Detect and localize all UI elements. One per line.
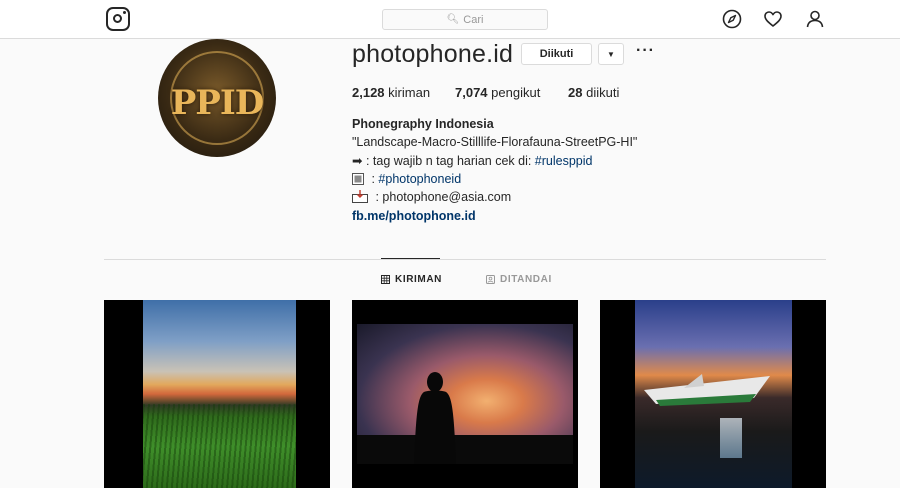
- search-placeholder: Cari: [463, 13, 484, 26]
- search-icon: 🔍︎: [446, 14, 460, 25]
- more-options-icon[interactable]: ···: [636, 42, 655, 60]
- grid-icon: [381, 275, 390, 284]
- logo-lens: [113, 14, 122, 23]
- profile-username: photophone.id: [352, 40, 514, 68]
- user-icon[interactable]: [805, 9, 825, 29]
- tagged-icon: [486, 275, 495, 284]
- bio-external-link[interactable]: fb.me/photophone.id: [352, 209, 476, 223]
- dropdown-triangle-icon: ▼: [607, 49, 615, 59]
- followers-count: 7,074: [455, 85, 488, 100]
- following-stat[interactable]: 28 diikuti: [568, 85, 619, 100]
- bio-line-email: : photophone@asia.com: [352, 190, 511, 204]
- bio-line-hashtag: : #photophoneid: [352, 172, 461, 186]
- tab-tagged-label: DITANDAI: [500, 274, 552, 285]
- bio-full-name: Phonegraphy Indonesia: [352, 117, 494, 131]
- inbox-tray-emoji-icon: [352, 190, 368, 203]
- post-thumbnail[interactable]: [352, 300, 578, 488]
- post-image-ground: [357, 435, 573, 464]
- active-tab-indicator: [381, 258, 440, 259]
- top-navigation-bar: 🔍︎ Cari: [0, 0, 900, 39]
- profile-avatar[interactable]: PPID: [158, 39, 276, 157]
- avatar-logo-lettering: PPID: [170, 83, 265, 123]
- post-image-waterfall: [720, 418, 742, 458]
- posts-label: kiriman: [388, 85, 431, 100]
- bio-line-categories: "Landscape-Macro-Stilllife-Florafauna-St…: [352, 135, 638, 149]
- following-button[interactable]: Diikuti: [521, 43, 592, 65]
- hashtag-photophoneid-link[interactable]: #photophoneid: [378, 172, 461, 186]
- followers-stat[interactable]: 7,074 pengikut: [455, 85, 540, 100]
- tab-tagged[interactable]: DITANDAI: [486, 274, 552, 285]
- post-thumbnail[interactable]: [104, 300, 330, 488]
- bio-rules-text: ➡ : tag wajib n tag harian cek di:: [352, 154, 535, 168]
- compass-icon[interactable]: [722, 9, 742, 29]
- hashtag-rulesppid-link[interactable]: #rulesppid: [535, 154, 593, 168]
- posts-count: 2,128: [352, 85, 385, 100]
- tab-posts-label: KIRIMAN: [395, 274, 442, 285]
- post-image-grass-texture: [143, 404, 296, 488]
- posts-stat: 2,128 kiriman: [352, 85, 430, 100]
- post-thumbnail[interactable]: [600, 300, 826, 488]
- heart-icon[interactable]: [763, 9, 783, 29]
- boat-shape: [644, 374, 770, 406]
- logo-dot: [122, 11, 126, 14]
- bio-line-rules: ➡ : tag wajib n tag harian cek di: #rule…: [352, 153, 592, 168]
- bio-email-text: : photophone@asia.com: [372, 190, 512, 204]
- tab-posts[interactable]: KIRIMAN: [381, 274, 442, 285]
- search-input[interactable]: 🔍︎ Cari: [382, 9, 548, 30]
- followers-label: pengikut: [491, 85, 541, 100]
- instagram-logo-icon[interactable]: [106, 7, 130, 31]
- person-silhouette: [414, 372, 456, 464]
- bio-hashtag-prefix: :: [368, 172, 379, 186]
- tabs-divider: [104, 259, 826, 260]
- suggestions-dropdown-button[interactable]: ▼: [598, 43, 624, 65]
- frame-emoji-icon: [352, 173, 364, 185]
- following-label: diikuti: [586, 85, 620, 100]
- following-count: 28: [568, 85, 583, 100]
